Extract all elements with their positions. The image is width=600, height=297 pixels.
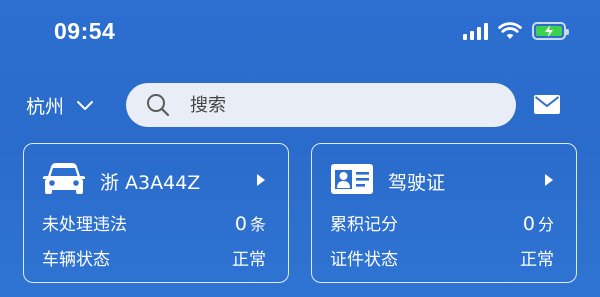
vehicle-card-header[interactable]: 浙 A3A44Z [24, 144, 288, 214]
license-status-label: 证件状态 [330, 250, 398, 270]
violations-row[interactable]: 未处理违法 0条 [42, 210, 266, 235]
mail-icon[interactable] [534, 95, 560, 114]
violations-label: 未处理违法 [42, 215, 127, 235]
license-card[interactable]: 驾驶证 累积记分 0分 证件状态 正常 [311, 143, 577, 283]
license-status-value: 正常 [520, 250, 554, 270]
city-label: 杭州 [26, 96, 65, 118]
points-value: 0分 [522, 213, 554, 235]
vehicle-status-row: 车辆状态 正常 [42, 245, 266, 270]
search-bar[interactable] [126, 83, 516, 127]
vehicle-status-value: 正常 [232, 250, 266, 270]
violations-value: 0条 [234, 213, 266, 235]
battery-icon [532, 22, 569, 40]
caret-right-icon[interactable] [544, 173, 554, 187]
vehicle-card[interactable]: 浙 A3A44Z 未处理违法 0条 车辆状态 正常 [23, 143, 289, 283]
vehicle-status-label: 车辆状态 [42, 250, 110, 270]
wifi-icon [498, 22, 522, 39]
city-selector[interactable]: 杭州 [26, 92, 94, 119]
car-icon [43, 163, 85, 194]
plate-number: 浙 A3A44Z [100, 172, 201, 194]
license-card-header[interactable]: 驾驶证 [312, 144, 576, 214]
chevron-down-icon [77, 100, 94, 110]
license-status-row: 证件状态 正常 [330, 245, 554, 270]
points-row[interactable]: 累积记分 0分 [330, 210, 554, 235]
status-time: 09:54 [54, 18, 116, 44]
search-icon [147, 94, 170, 117]
caret-right-icon[interactable] [256, 173, 266, 187]
status-icons [463, 22, 569, 40]
id-card-icon [331, 164, 373, 194]
search-input[interactable] [188, 93, 492, 117]
points-label: 累积记分 [330, 215, 398, 235]
license-title: 驾驶证 [388, 172, 446, 194]
signal-icon [463, 22, 488, 40]
status-bar: 09:54 [0, 0, 600, 68]
